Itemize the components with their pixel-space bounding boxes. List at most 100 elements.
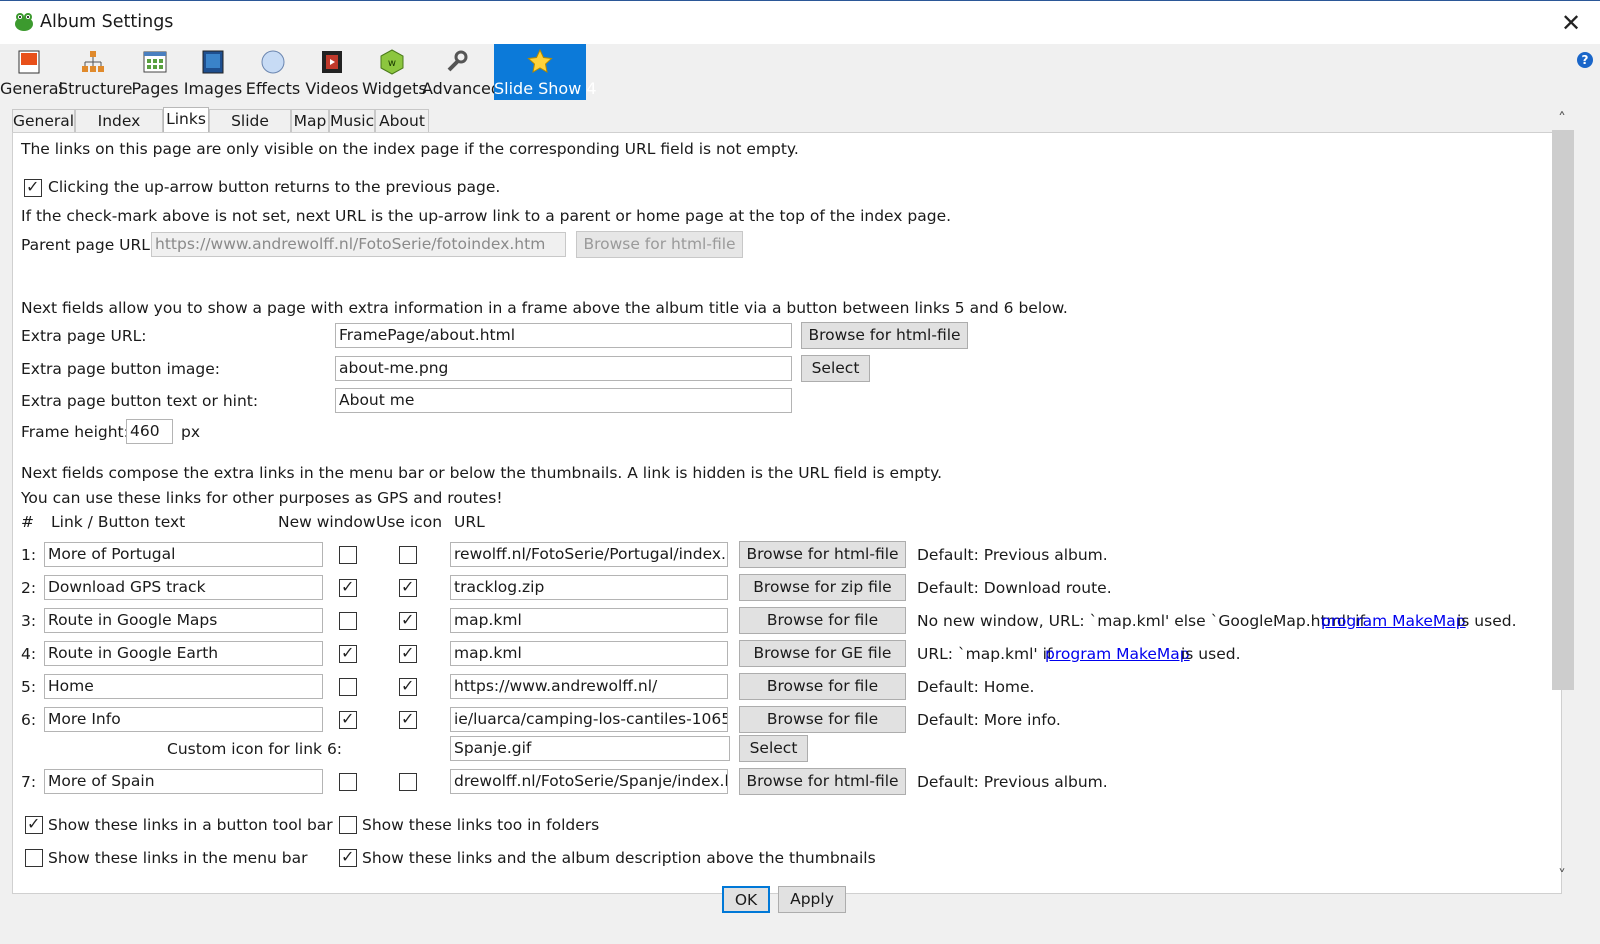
link7-new-window-checkbox[interactable]: [339, 773, 357, 791]
slideshow-icon: [527, 48, 553, 73]
toolbar-effects-button[interactable]: Effects: [244, 44, 302, 100]
ok-button[interactable]: OK: [722, 886, 770, 913]
tab-index-page[interactable]: Index page: [75, 109, 163, 152]
close-icon[interactable]: ✕: [1555, 7, 1587, 39]
link5-num: 5:: [21, 678, 37, 696]
widgets-icon: w: [380, 49, 404, 75]
link5-note: Default: Home.: [917, 678, 1035, 696]
extra-url-field[interactable]: FramePage/about.html: [335, 323, 792, 348]
extra-url-label: Extra page URL:: [21, 327, 147, 345]
link3-use-icon-checkbox[interactable]: [399, 610, 417, 630]
link4-num: 4:: [21, 645, 37, 663]
toolbar-general-button[interactable]: General: [0, 44, 63, 100]
uparrow-checkbox[interactable]: [24, 177, 42, 197]
tab-slide-page[interactable]: Slide page: [209, 109, 291, 152]
link1-url-field[interactable]: rewolff.nl/FotoSerie/Portugal/index.htm: [450, 542, 728, 567]
link2-text-field[interactable]: Download GPS track: [44, 575, 323, 600]
link5-new-window-checkbox[interactable]: [339, 678, 357, 696]
scroll-up-icon[interactable]: ˄: [1554, 109, 1570, 128]
link4-new-window-checkbox[interactable]: [339, 643, 357, 663]
link6-use-icon-checkbox[interactable]: [399, 709, 417, 729]
link4-use-icon-checkbox[interactable]: [399, 643, 417, 663]
menubar-links-checkbox[interactable]: [25, 849, 43, 867]
link6-new-window-checkbox[interactable]: [339, 709, 357, 729]
extra-text-label: Extra page button text or hint:: [21, 392, 259, 410]
link7-browse-button[interactable]: Browse for html-file: [739, 768, 906, 795]
link4-browse-button[interactable]: Browse for GE file: [739, 640, 906, 667]
link6-browse-button[interactable]: Browse for file: [739, 706, 906, 733]
scrollbar-thumb[interactable]: [1552, 130, 1574, 690]
parent-url-field[interactable]: https://www.andrewolff.nl/FotoSerie/foto…: [151, 232, 566, 257]
link5-text-field[interactable]: Home: [44, 674, 323, 699]
link2-use-icon-checkbox[interactable]: [399, 577, 417, 597]
header-text: Link / Button text: [51, 513, 186, 531]
link3-url-field[interactable]: map.kml: [450, 608, 728, 633]
link4-url-field[interactable]: map.kml: [450, 641, 728, 666]
header-url: URL: [454, 513, 485, 531]
link6-url-field[interactable]: ie/luarca/camping-los-cantiles-106545/: [450, 707, 728, 732]
link1-text-field[interactable]: More of Portugal: [44, 542, 323, 567]
link1-num: 1:: [21, 546, 37, 564]
pages-icon: [143, 51, 167, 73]
tab-links[interactable]: Links: [163, 107, 209, 133]
header-new-window: New window: [278, 513, 376, 531]
header-num: #: [21, 513, 34, 531]
tab-about[interactable]: About: [375, 109, 429, 132]
parent-url-label: Parent page URL:: [21, 236, 156, 254]
link2-browse-button[interactable]: Browse for zip file: [739, 574, 906, 601]
toolbar-pages-button[interactable]: Pages: [128, 44, 182, 100]
frame-height-field[interactable]: 460: [126, 419, 173, 444]
link6-text-field[interactable]: More Info: [44, 707, 323, 732]
link5-browse-button[interactable]: Browse for file: [739, 673, 906, 700]
link7-text-field[interactable]: More of Spain: [44, 769, 323, 794]
custom-icon-select-button[interactable]: Select: [739, 735, 808, 762]
scroll-down-icon[interactable]: ˅: [1554, 866, 1570, 885]
link3-note-after: is used.: [1457, 612, 1517, 630]
toolbar-links-checkbox[interactable]: [25, 814, 43, 834]
extra-image-field[interactable]: about-me.png: [335, 356, 792, 381]
link4-makemap-link[interactable]: program MakeMap: [1045, 645, 1190, 663]
menubar-links-label: Show these links in the menu bar: [48, 849, 308, 867]
extra-url-browse-button[interactable]: Browse for html-file: [801, 322, 968, 349]
toolbar-videos-button[interactable]: Videos: [302, 44, 362, 100]
general-icon: [18, 50, 40, 74]
link3-makemap-link[interactable]: program MakeMap: [1321, 612, 1466, 630]
link2-url-field[interactable]: tracklog.zip: [450, 575, 728, 600]
tab-music[interactable]: Music: [329, 109, 375, 132]
intro-text: The links on this page are only visible …: [21, 140, 799, 158]
link7-use-icon-checkbox[interactable]: [399, 773, 417, 791]
link3-browse-button[interactable]: Browse for file: [739, 607, 906, 634]
custom-icon-field[interactable]: Spanje.gif: [450, 736, 730, 761]
link4-text-field[interactable]: Route in Google Earth: [44, 641, 323, 666]
link1-browse-button[interactable]: Browse for html-file: [739, 541, 906, 568]
effects-icon: [261, 50, 285, 74]
parent-browse-button[interactable]: Browse for html-file: [576, 231, 743, 258]
link3-text-field[interactable]: Route in Google Maps: [44, 608, 323, 633]
link7-num: 7:: [21, 773, 37, 791]
tab-general[interactable]: General: [12, 109, 75, 132]
link7-url-field[interactable]: drewolff.nl/FotoSerie/Spanje/index.htm: [450, 769, 728, 794]
extra-image-select-button[interactable]: Select: [801, 355, 870, 382]
help-icon[interactable]: ?: [1577, 52, 1593, 68]
toolbar-images-button[interactable]: Images: [182, 44, 244, 100]
extra-text-field[interactable]: About me: [335, 388, 792, 413]
above-thumbnails-checkbox[interactable]: [339, 847, 357, 867]
folder-links-checkbox[interactable]: [339, 816, 357, 834]
toolbar-widgets-button[interactable]: w Widgets: [362, 44, 427, 100]
tab-map[interactable]: Map: [291, 109, 329, 132]
category-toolbar: General Structure Pages Images Effects V…: [0, 44, 1600, 100]
link2-new-window-checkbox[interactable]: [339, 577, 357, 597]
link5-use-icon-checkbox[interactable]: [399, 676, 417, 696]
link1-new-window-checkbox[interactable]: [339, 546, 357, 564]
extra-image-label: Extra page button image:: [21, 360, 221, 378]
extra-note: Next fields allow you to show a page wit…: [21, 299, 1068, 317]
link5-url-field[interactable]: https://www.andrewolff.nl/: [450, 674, 728, 699]
links-note-2: You can use these links for other purpos…: [21, 489, 503, 507]
apply-button[interactable]: Apply: [778, 886, 846, 913]
toolbar-structure-button[interactable]: Structure: [58, 44, 132, 100]
toolbar-slideshow-button[interactable]: Slide Show 4: [494, 44, 597, 100]
link3-new-window-checkbox[interactable]: [339, 612, 357, 630]
link3-num: 3:: [21, 612, 37, 630]
link1-use-icon-checkbox[interactable]: [399, 546, 417, 564]
toolbar-advanced-button[interactable]: Advanced: [422, 44, 501, 100]
